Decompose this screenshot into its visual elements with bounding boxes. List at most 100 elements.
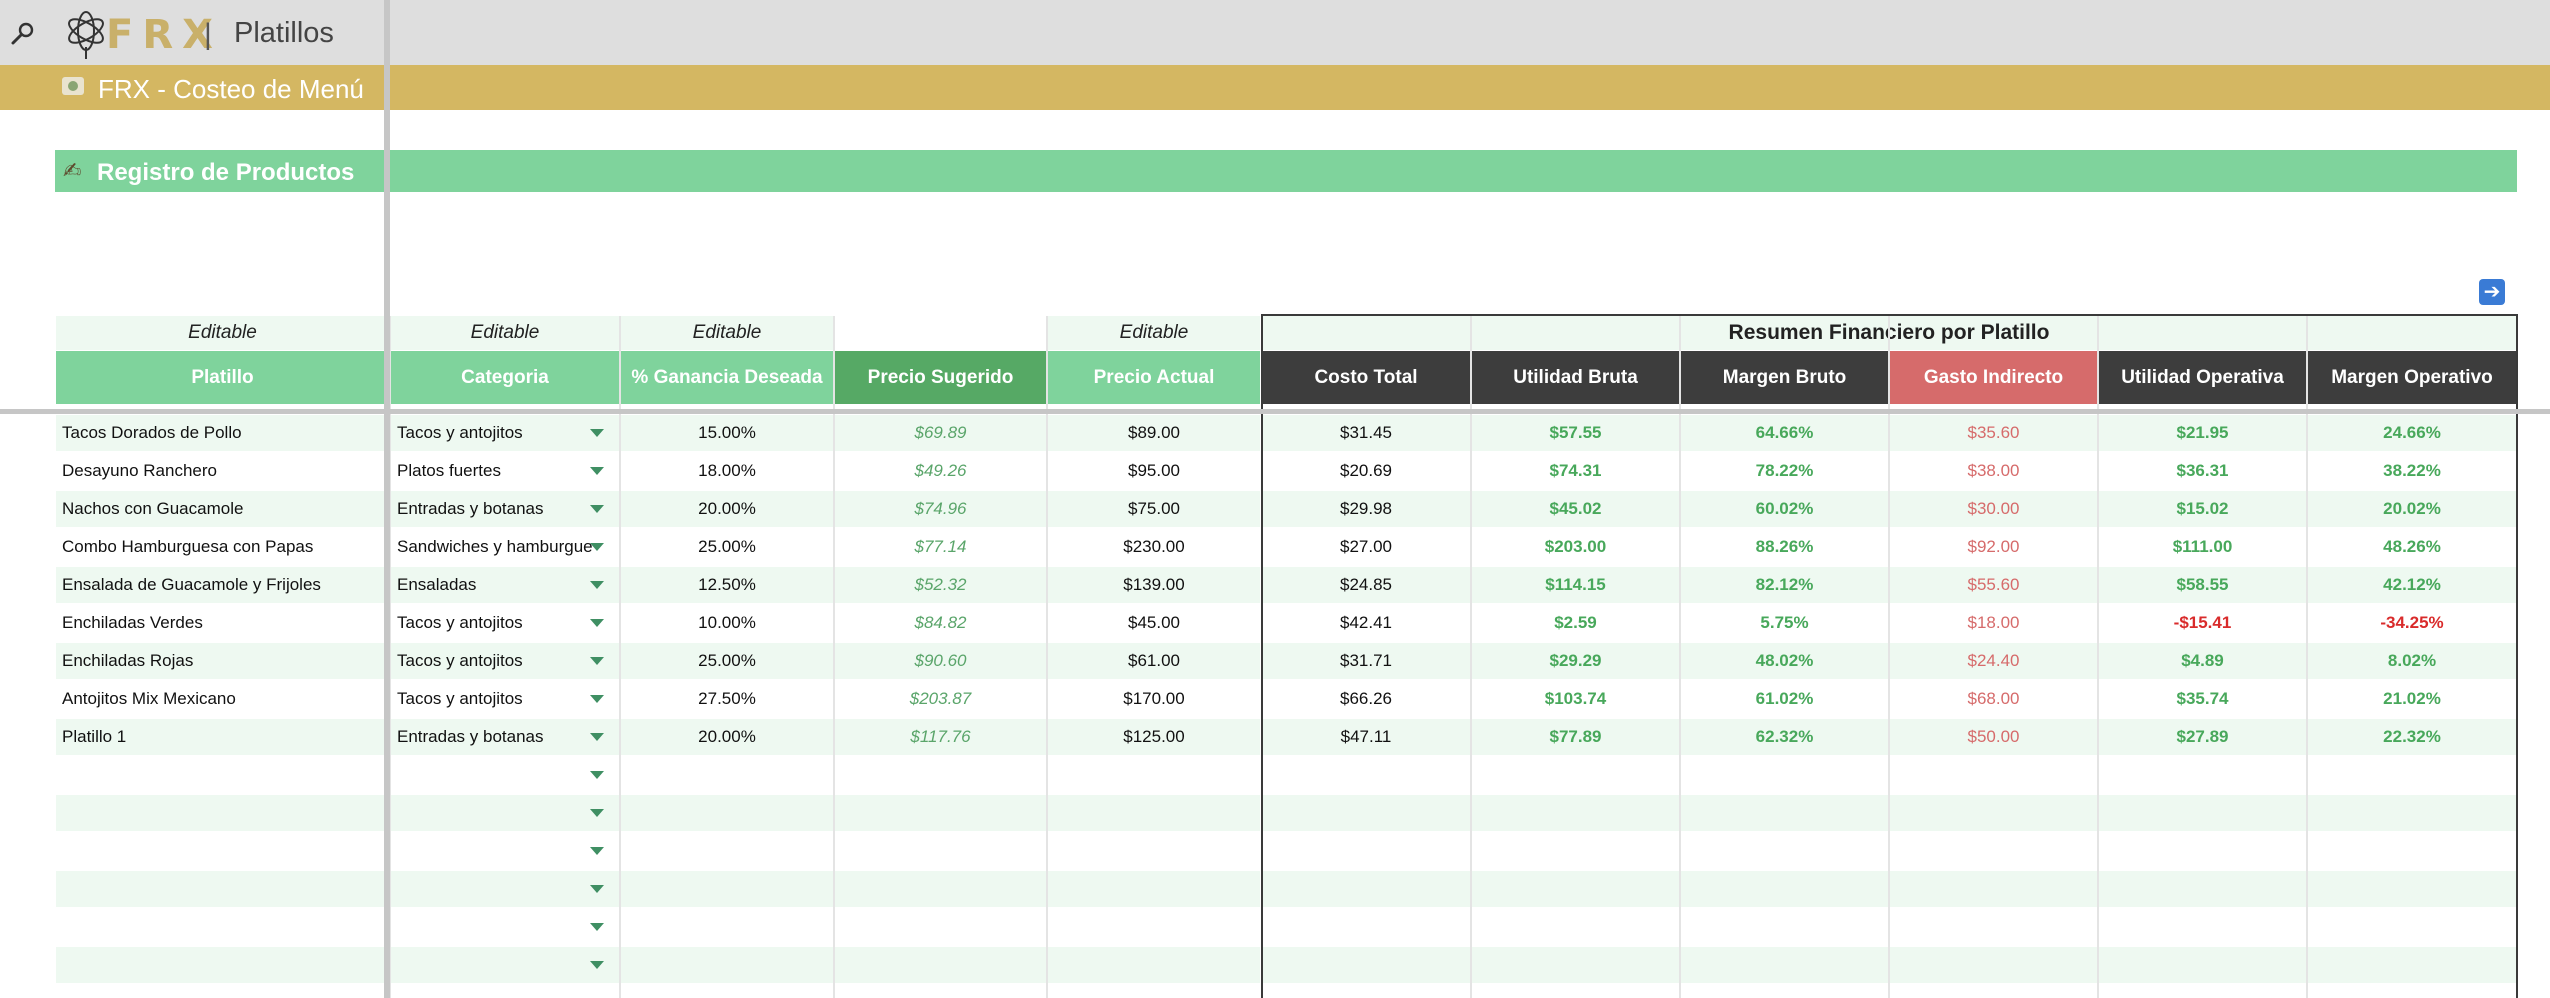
table-cell-categoria[interactable]: Tacos y antojitos [391, 415, 619, 451]
table-cell-platillo[interactable]: Nachos con Guacamole [56, 491, 389, 527]
empty-cell[interactable] [621, 757, 833, 793]
empty-cell[interactable] [391, 909, 619, 945]
empty-cell[interactable] [1048, 909, 1260, 945]
column-header-platillo[interactable]: Platillo [56, 351, 389, 404]
column-header-margen-bruto[interactable]: Margen Bruto [1681, 351, 1888, 404]
table-cell-ganancia[interactable]: 27.50% [621, 681, 833, 717]
table-cell-categoria[interactable]: Tacos y antojitos [391, 605, 619, 641]
dropdown-arrow-icon[interactable] [590, 733, 604, 741]
empty-cell[interactable] [391, 833, 619, 869]
table-cell-platillo[interactable]: Tacos Dorados de Pollo [56, 415, 389, 451]
empty-cell[interactable] [621, 947, 833, 983]
empty-cell[interactable] [621, 871, 833, 907]
dropdown-arrow-icon[interactable] [590, 543, 604, 551]
empty-cell[interactable] [391, 871, 619, 907]
table-cell-precio-actual[interactable]: $95.00 [1048, 453, 1260, 489]
empty-cell[interactable] [56, 833, 389, 869]
table-cell-precio-actual[interactable]: $89.00 [1048, 415, 1260, 451]
dropdown-arrow-icon[interactable] [590, 467, 604, 475]
table-cell-platillo[interactable]: Enchiladas Verdes [56, 605, 389, 641]
column-header-gasto-indirecto[interactable]: Gasto Indirecto [1890, 351, 2097, 404]
table-cell-precio-actual[interactable]: $61.00 [1048, 643, 1260, 679]
empty-cell [1262, 795, 1470, 831]
table-cell-platillo[interactable]: Combo Hamburguesa con Papas [56, 529, 389, 565]
empty-cell[interactable] [56, 757, 389, 793]
table-cell-margen-bruto: 60.02% [1681, 491, 1888, 527]
table-cell-platillo[interactable]: Enchiladas Rojas [56, 643, 389, 679]
table-cell-categoria[interactable]: Sandwiches y hamburgue [391, 529, 619, 565]
empty-cell[interactable] [56, 947, 389, 983]
section-title: Registro de Productos [97, 159, 355, 186]
table-cell-categoria[interactable]: Ensaladas [391, 567, 619, 603]
column-header-categoria[interactable]: Categoria [391, 351, 619, 404]
table-cell-ganancia[interactable]: 25.00% [621, 529, 833, 565]
empty-cell[interactable] [391, 757, 619, 793]
dropdown-arrow-icon[interactable] [590, 809, 604, 817]
empty-cell[interactable] [621, 909, 833, 945]
table-cell-categoria[interactable]: Tacos y antojitos [391, 681, 619, 717]
empty-cell[interactable] [1048, 795, 1260, 831]
table-cell-precio-actual[interactable]: $45.00 [1048, 605, 1260, 641]
table-cell-ganancia[interactable]: 20.00% [621, 491, 833, 527]
column-header-utilidad-bruta[interactable]: Utilidad Bruta [1472, 351, 1679, 404]
dropdown-arrow-icon[interactable] [590, 695, 604, 703]
empty-cell [2099, 795, 2306, 831]
table-cell-ganancia[interactable]: 10.00% [621, 605, 833, 641]
empty-cell[interactable] [56, 795, 389, 831]
column-header-ganancia[interactable]: % Ganancia Deseada [621, 351, 833, 404]
table-cell-precio-sugerido: $77.14 [914, 537, 967, 556]
table-cell-ganancia[interactable]: 18.00% [621, 453, 833, 489]
dropdown-arrow-icon[interactable] [590, 961, 604, 969]
dropdown-arrow-icon[interactable] [590, 885, 604, 893]
empty-cell[interactable] [1048, 947, 1260, 983]
column-header-margen-operativo[interactable]: Margen Operativo [2308, 351, 2516, 404]
empty-cell[interactable] [1048, 757, 1260, 793]
empty-cell[interactable] [56, 909, 389, 945]
table-cell-platillo[interactable]: Platillo 1 [56, 719, 389, 755]
dropdown-arrow-icon[interactable] [590, 847, 604, 855]
table-cell-precio-actual[interactable]: $170.00 [1048, 681, 1260, 717]
table-cell-precio-actual[interactable]: $230.00 [1048, 529, 1260, 565]
column-header-precio-actual[interactable]: Precio Actual [1048, 351, 1260, 404]
empty-cell[interactable] [1048, 833, 1260, 869]
editable-label: Editable [391, 316, 619, 350]
table-cell-precio-actual[interactable]: $125.00 [1048, 719, 1260, 755]
empty-cell[interactable] [621, 833, 833, 869]
dropdown-arrow-icon[interactable] [590, 923, 604, 931]
table-cell-precio-actual[interactable]: $139.00 [1048, 567, 1260, 603]
dropdown-arrow-icon[interactable] [590, 581, 604, 589]
dropdown-arrow-icon[interactable] [590, 771, 604, 779]
dropdown-arrow-icon[interactable] [590, 429, 604, 437]
dropdown-arrow-icon[interactable] [590, 619, 604, 627]
table-cell-ganancia[interactable]: 12.50% [621, 567, 833, 603]
table-cell-precio-actual[interactable]: $75.00 [1048, 491, 1260, 527]
empty-cell[interactable] [56, 871, 389, 907]
empty-cell [1472, 947, 1679, 983]
table-cell-utilidad-operativa: $21.95 [2099, 415, 2306, 451]
dropdown-arrow-icon[interactable] [590, 657, 604, 665]
table-cell-platillo[interactable]: Antojitos Mix Mexicano [56, 681, 389, 717]
table-cell-platillo[interactable]: Ensalada de Guacamole y Frijoles [56, 567, 389, 603]
column-header-utilidad-operativa[interactable]: Utilidad Operativa [2099, 351, 2306, 404]
table-cell-precio-sugerido: $203.87 [909, 689, 972, 708]
table-cell-ganancia[interactable]: 15.00% [621, 415, 833, 451]
dropdown-arrow-icon[interactable] [590, 505, 604, 513]
table-cell-platillo[interactable]: Desayuno Ranchero [56, 453, 389, 489]
frozen-column-divider[interactable] [384, 0, 390, 998]
grid-line [1470, 316, 1472, 998]
column-header-costo-total[interactable]: Costo Total [1262, 351, 1470, 404]
table-cell-categoria[interactable]: Tacos y antojitos [391, 643, 619, 679]
empty-cell[interactable] [391, 795, 619, 831]
table-cell-categoria[interactable]: Entradas y botanas [391, 491, 619, 527]
table-cell-ganancia[interactable]: 25.00% [621, 643, 833, 679]
column-header-precio-sugerido[interactable]: Precio Sugerido [835, 351, 1046, 404]
table-cell-ganancia[interactable]: 20.00% [621, 719, 833, 755]
search-icon[interactable] [10, 20, 36, 46]
empty-cell[interactable] [621, 795, 833, 831]
empty-cell[interactable] [1048, 871, 1260, 907]
table-cell-categoria[interactable]: Platos fuertes [391, 453, 619, 489]
empty-cell[interactable] [391, 947, 619, 983]
frozen-row-divider[interactable] [0, 409, 2550, 414]
table-cell-categoria[interactable]: Entradas y botanas [391, 719, 619, 755]
arrow-right-icon[interactable]: ➔ [2479, 279, 2505, 305]
